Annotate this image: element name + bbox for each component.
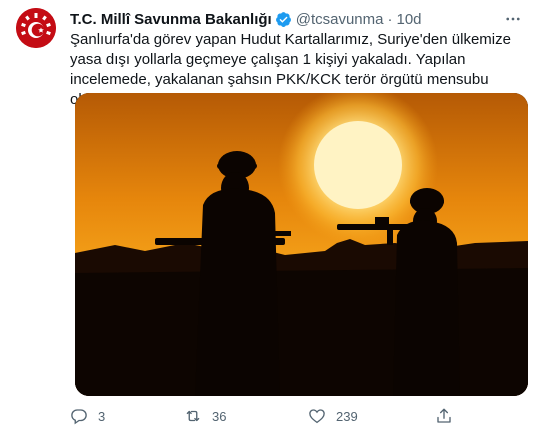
separator: ·: [387, 10, 393, 28]
handle[interactable]: @tcsavunma: [296, 11, 384, 28]
reply-icon: [71, 409, 87, 425]
reply-count: 3: [98, 408, 106, 424]
retweet-button[interactable]: 36: [184, 407, 226, 425]
tweet-photo[interactable]: [75, 93, 528, 396]
avatar[interactable]: [16, 8, 56, 48]
tweet[interactable]: T.C. Millî Savunma Bakanlığı @tcsavunma …: [0, 0, 539, 436]
sunset-soldiers-photo: [75, 93, 528, 396]
share-button[interactable]: [435, 407, 453, 425]
timestamp[interactable]: 10d: [396, 11, 421, 28]
share-icon: [437, 408, 451, 423]
retweet-count: 36: [212, 408, 227, 424]
tweet-header: T.C. Millî Savunma Bakanlığı @tcsavunma …: [70, 9, 525, 29]
heart-icon: [309, 409, 325, 424]
retweet-icon: [186, 410, 200, 422]
more-dots-icon: [506, 17, 520, 21]
emblem-icon: [16, 8, 56, 48]
verified-badge-icon: [275, 11, 291, 27]
tweet-actions: 3 36 239: [70, 402, 470, 430]
reply-button[interactable]: 3: [70, 407, 105, 425]
like-count: 239: [336, 408, 358, 424]
display-name[interactable]: T.C. Millî Savunma Bakanlığı: [70, 11, 272, 28]
more-options-button[interactable]: [501, 7, 525, 31]
like-button[interactable]: 239: [308, 407, 358, 425]
